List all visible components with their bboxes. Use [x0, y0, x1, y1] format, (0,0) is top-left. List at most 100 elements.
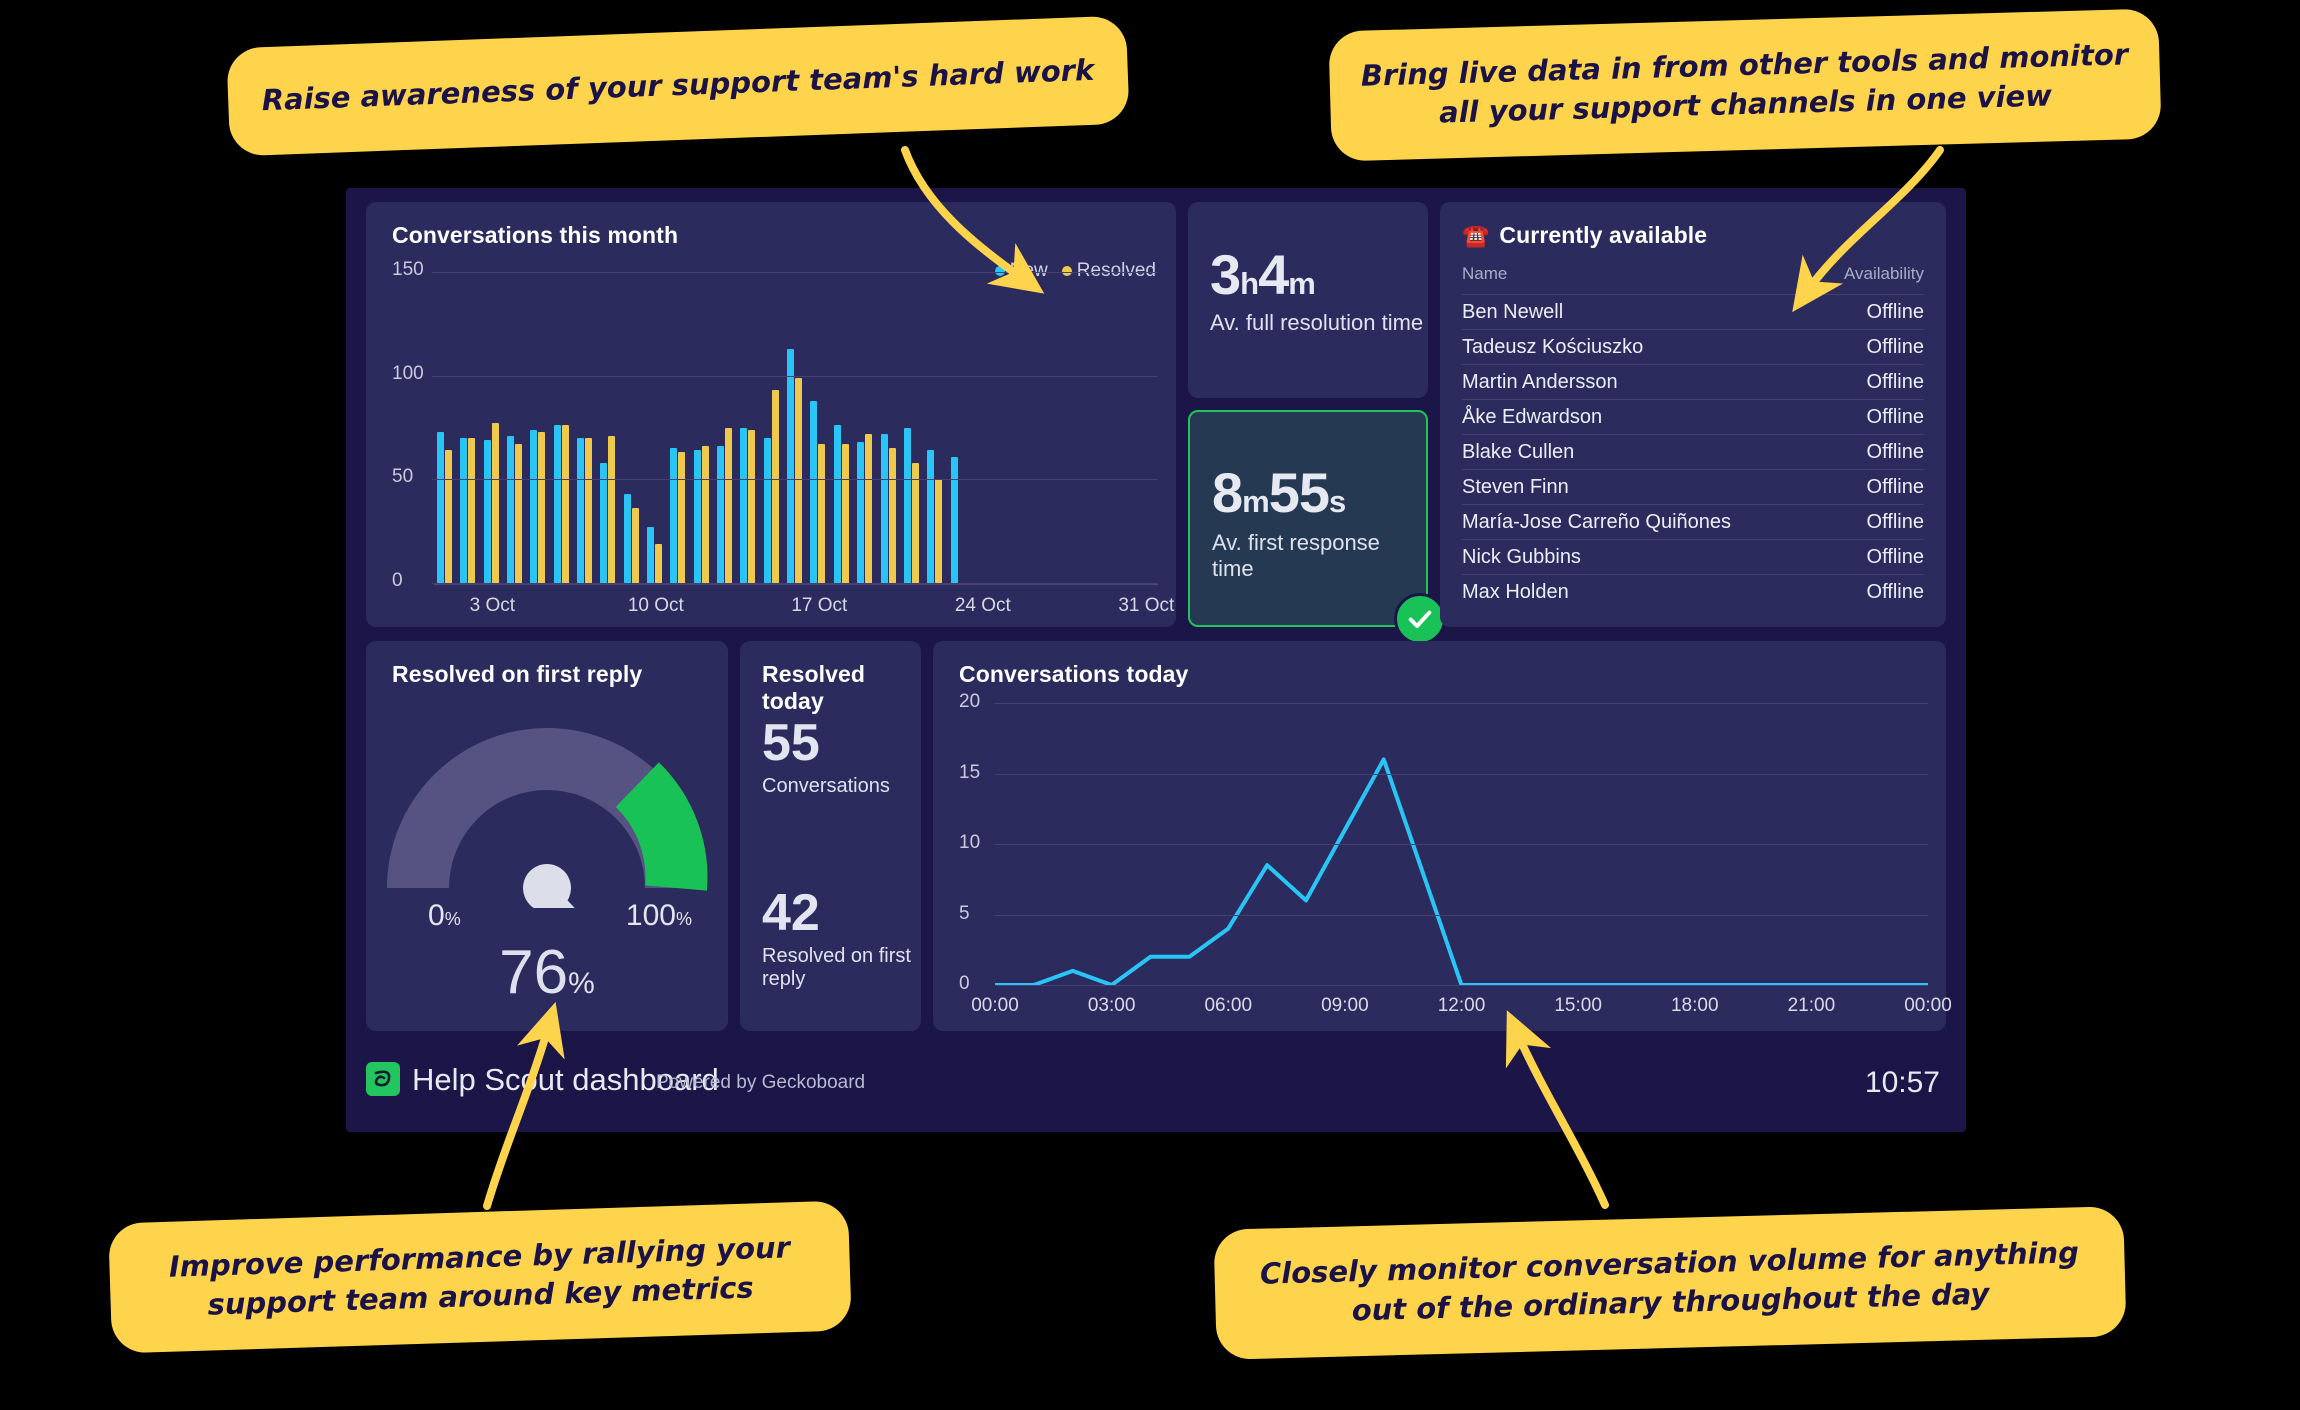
bar-new [670, 448, 678, 583]
widget-conversations-today[interactable]: Conversations today 20 15 10 5 0 00:00 03:00 06… [933, 641, 1952, 1031]
bar-new [857, 442, 865, 583]
kpi-caption-full-resolution: Av. full resolution time [1210, 310, 1424, 335]
line-chart-x-tick: 00:00 [1904, 995, 1952, 1016]
widget-av-full-resolution-time[interactable]: 3h4m Av. full resolution time [1188, 202, 1428, 398]
widget-title-conversations-today: Conversations today [959, 661, 1189, 687]
kpi-hours-unit: h [1240, 266, 1259, 301]
bar-new [717, 446, 725, 583]
line-chart-y-tick: 0 [959, 972, 970, 994]
kpi-sec-number: 55 [1268, 461, 1330, 524]
bar-group [833, 272, 857, 583]
line-chart-x-tick: 12:00 [1437, 995, 1486, 1016]
bar-chart-gridline [432, 375, 1158, 377]
agent-availability: Offline [1866, 475, 1924, 498]
line-chart-x-tick: 06:00 [1204, 995, 1253, 1016]
line-chart-x-tick: 21:00 [1787, 995, 1836, 1016]
bar-resolved [631, 508, 639, 583]
bar-resolved [654, 543, 662, 583]
table-row[interactable]: Steven Finn Offline [1462, 469, 1924, 504]
check-circle-icon [1394, 593, 1446, 645]
widget-resolved-on-first-reply[interactable]: Resolved on first reply 0% 100% 76% [366, 641, 728, 1031]
bar-group [460, 272, 483, 583]
table-row[interactable]: Tadeusz Kościuszko Offline [1462, 329, 1924, 364]
agent-name: Max Holden [1462, 580, 1569, 603]
bar-resolved [608, 435, 616, 583]
bar-new [810, 400, 818, 583]
column-header-name: Name [1462, 264, 1508, 283]
bar-resolved [678, 452, 686, 583]
bar-chart-gridline [432, 272, 1158, 273]
table-row[interactable]: Nick Gubbins Offline [1462, 539, 1924, 574]
bar-new [646, 527, 654, 583]
bar-group [576, 272, 600, 583]
callout-bottom-left: Improve performance by rallying your sup… [108, 1200, 852, 1354]
geckoboard-dashboard: Conversations this month New Resolved 15… [346, 188, 1966, 1132]
bar-resolved [795, 377, 803, 583]
bar-resolved [748, 429, 756, 583]
bar-chart-x-tick: 3 Oct [469, 595, 516, 616]
bar-new [576, 437, 584, 583]
bar-group [740, 272, 763, 583]
bar-resolved [491, 423, 499, 583]
line-chart-x-tick: 18:00 [1670, 995, 1719, 1016]
widget-resolved-today[interactable]: Resolved today 55 Conversations 42 Resol… [740, 641, 921, 1031]
footer-powered-by: Powered by Geckoboard [656, 1072, 866, 1093]
resolved-today-conversations-caption: Conversations [762, 775, 890, 797]
agent-availability: Offline [1866, 545, 1924, 568]
widget-title-currently-available: Currently available [1499, 222, 1708, 248]
resolved-today-firstreply-caption: Resolved on first reply [762, 945, 911, 990]
widget-av-first-response-time[interactable]: 8m55s Av. first response time [1188, 410, 1446, 645]
bar-group [857, 272, 880, 583]
table-row[interactable]: Martin Andersson Offline [1462, 364, 1924, 399]
gauge-max-unit: % [675, 909, 692, 929]
table-column-headers: Name Availability [1462, 264, 1924, 284]
agent-availability: Offline [1866, 440, 1924, 463]
bar-group [880, 272, 904, 583]
widget-currently-available[interactable]: ☎️ Currently available Name Availability… [1440, 202, 1946, 627]
line-chart-x-tick: 03:00 [1087, 995, 1136, 1016]
bar-chart-x-tick: 17 Oct [791, 595, 848, 616]
line-chart-gridline [995, 985, 1928, 986]
agent-name: Blake Cullen [1462, 440, 1575, 463]
footer-clock: 10:57 [1864, 1066, 1940, 1099]
line-chart-y-tick: 15 [959, 761, 981, 783]
bar-chart-x-axis [434, 584, 1158, 585]
bar-group [646, 272, 670, 583]
resolved-today-conversations-value: 55 [762, 714, 820, 772]
bar-chart-x-tick: 24 Oct [954, 595, 1011, 616]
line-chart-x-tick: 00:00 [971, 995, 1019, 1016]
kpi-value-full-resolution: 3h4m [1210, 242, 1316, 307]
bar-resolved [514, 444, 522, 583]
gauge-value-unit: % [568, 967, 595, 1000]
agent-availability: Offline [1866, 510, 1924, 533]
bar-group [670, 272, 693, 583]
bar-resolved [935, 479, 943, 583]
widget-title-resolved-today: Resolved today [762, 661, 866, 714]
bar-group [950, 272, 974, 583]
agent-availability: Offline [1866, 335, 1924, 358]
bar-new [506, 435, 514, 583]
bar-new [950, 456, 958, 583]
bar-group [903, 272, 927, 583]
bar-new [483, 439, 491, 583]
widget-conversations-this-month[interactable]: Conversations this month New Resolved 15… [366, 202, 1176, 627]
table-row[interactable]: María-Jose Carreño Quiñones Offline [1462, 504, 1924, 539]
bar-new [787, 348, 795, 583]
bar-group [693, 272, 717, 583]
bar-group [600, 272, 623, 583]
bar-resolved [888, 448, 896, 583]
bar-new [740, 427, 748, 583]
agent-name: Nick Gubbins [1462, 545, 1581, 568]
bar-resolved [468, 437, 476, 583]
bar-group [553, 272, 577, 583]
table-row[interactable]: Ben Newell Offline [1462, 294, 1924, 329]
agent-name: Åke Edwardson [1462, 405, 1603, 428]
bar-chart-y-tick: 0 [392, 569, 403, 591]
bar-resolved [841, 444, 849, 583]
table-row[interactable]: Blake Cullen Offline [1462, 434, 1924, 469]
table-row[interactable]: Åke Edwardson Offline [1462, 399, 1924, 434]
bar-new [530, 429, 538, 583]
bar-resolved [911, 462, 919, 583]
bar-group [787, 272, 810, 583]
table-row[interactable]: Max Holden Offline [1462, 574, 1924, 609]
